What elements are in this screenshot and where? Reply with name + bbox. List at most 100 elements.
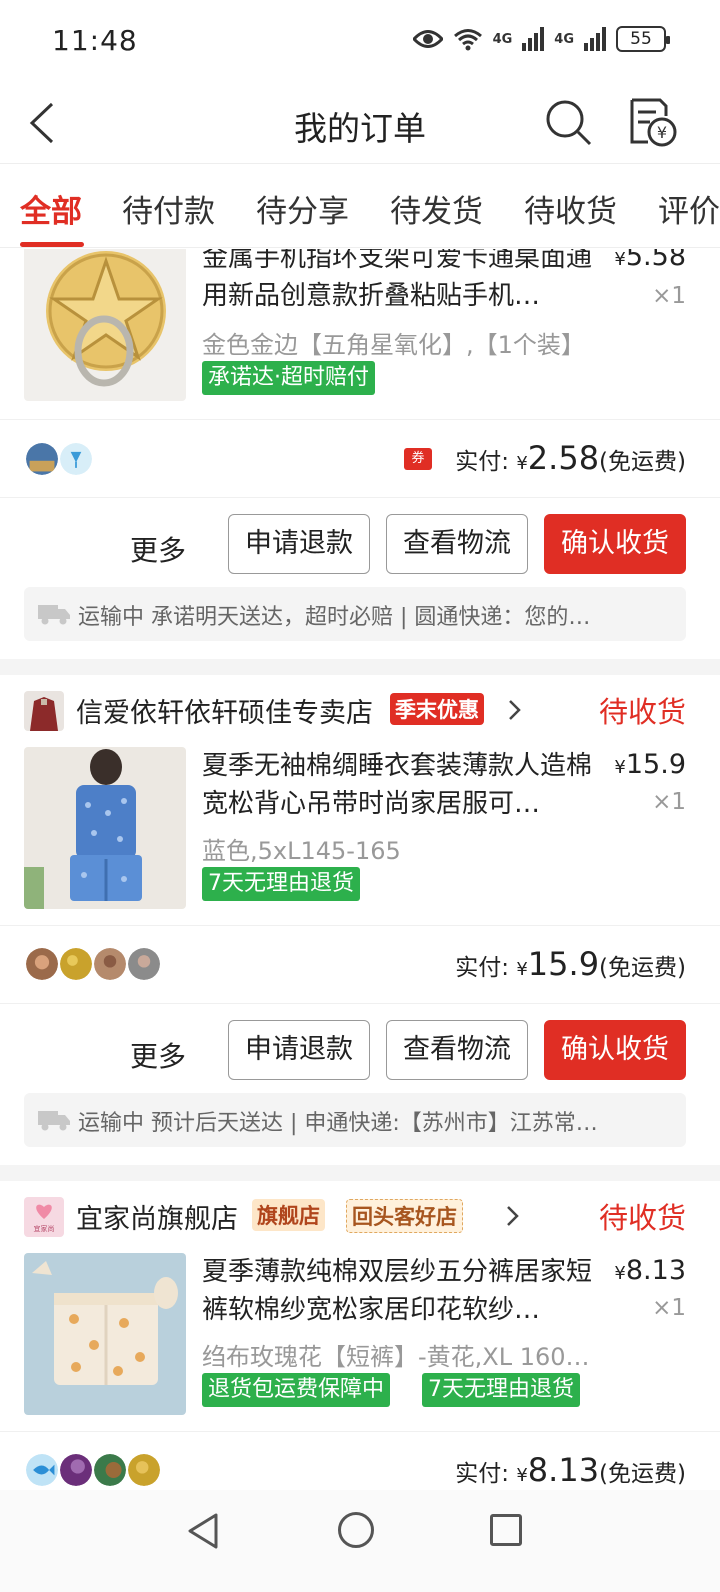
logistics-text: 运输中 预计后天送达 | 申通快递:【苏州市】江苏常… (78, 1111, 598, 1136)
service-tag: 退货包运费保障中 (202, 1373, 391, 1407)
coupon-icon: 券 (404, 448, 432, 470)
price-value: 5.58 (625, 249, 686, 272)
shop-header[interactable]: 宜家尚 宜家尚旗舰店 旗舰店 回头客好店 待收货 (0, 1181, 720, 1255)
product-image[interactable] (24, 747, 186, 909)
paid-amount: 15.9 (527, 945, 600, 983)
tab-active-indicator (20, 242, 84, 247)
more-button[interactable]: 更多 (130, 529, 186, 569)
paid-amount: 8.13 (527, 1451, 600, 1489)
order-tabs: 全部 待付款 待分享 待发货 待收货 评价 (0, 164, 720, 248)
avatar (92, 946, 128, 982)
logistics-bar[interactable]: 运输中 预计后天送达 | 申通快递:【苏州市】江苏常… (24, 1093, 686, 1147)
avatar (92, 1452, 128, 1488)
tab-all[interactable]: 全部 (20, 186, 82, 231)
product-quantity: ×1 (652, 789, 686, 815)
page-title: 我的订单 (294, 109, 426, 148)
product-price: ¥8.13 (614, 1255, 686, 1286)
refund-button[interactable]: 申请退款 (228, 514, 370, 574)
currency-symbol: ¥ (516, 453, 528, 474)
product-spec: 蓝色,5xL145-165 (202, 837, 401, 865)
avatar (58, 946, 94, 982)
chevron-right-icon[interactable] (506, 699, 522, 721)
shop-promo-tag: 季末优惠 (390, 693, 484, 725)
avatar (126, 1452, 162, 1488)
product-quantity: ×1 (652, 1295, 686, 1321)
tab-pending-shipment[interactable]: 待发货 (390, 186, 483, 231)
paid-label: 实付: (455, 955, 510, 981)
system-recents-icon[interactable] (490, 1514, 522, 1546)
product-title[interactable]: 金属手机指环支架可爱卡通桌面通用新品创意款折叠粘贴手机… (202, 249, 602, 315)
truck-icon (38, 605, 70, 625)
product-quantity: ×1 (652, 283, 686, 309)
payment-summary: 实付: ¥8.13(免运费) (455, 1451, 686, 1489)
eye-icon (412, 30, 443, 48)
divider (0, 497, 720, 498)
service-tag: 7天无理由退货 (422, 1373, 580, 1407)
buyer-avatars (24, 441, 104, 477)
system-navigation-bar (0, 1490, 720, 1592)
nav-bar: 我的订单 ¥ (0, 84, 720, 164)
tab-pending-receipt[interactable]: 待收货 (524, 186, 617, 231)
product-spec: 金色金边【五角星氧化】,【1个装】 (202, 331, 585, 359)
network-label-1: 4G (492, 31, 513, 47)
payment-summary: 实付: ¥2.58(免运费) (455, 439, 686, 477)
signal-icon (522, 27, 545, 51)
shop-logo: 宜家尚 (24, 1197, 64, 1237)
more-button[interactable]: 更多 (130, 1035, 186, 1075)
truck-icon (38, 1111, 70, 1131)
avatar (24, 946, 60, 982)
price-value: 8.13 (625, 1255, 686, 1286)
buyer-avatars (24, 1452, 164, 1488)
product-image[interactable] (24, 249, 186, 401)
order-status: 待收货 (598, 695, 686, 729)
service-tag: 承诺达·超时赔付 (202, 361, 375, 395)
refund-button[interactable]: 申请退款 (228, 1020, 370, 1080)
avatar (24, 441, 60, 477)
confirm-receipt-button[interactable]: 确认收货 (544, 1020, 686, 1080)
product-image[interactable] (24, 1253, 186, 1415)
battery-level: 55 (630, 29, 652, 49)
tab-review[interactable]: 评价 (658, 186, 720, 231)
product-title[interactable]: 夏季薄款纯棉双层纱五分裤居家短裤软棉纱宽松家居印花软纱… (202, 1253, 602, 1329)
flagship-tag: 旗舰店 (252, 1199, 325, 1231)
shipping-note: (免运费) (599, 449, 686, 475)
product-price: ¥5.58 (614, 249, 686, 272)
tab-pending-share[interactable]: 待分享 (256, 186, 349, 231)
product-price: ¥15.9 (614, 749, 686, 780)
status-icons: 4G 4G 55 (412, 26, 670, 52)
signal-icon (584, 27, 606, 51)
avatar (58, 1452, 94, 1488)
shipping-note: (免运费) (599, 1461, 686, 1487)
price-value: 15.9 (625, 749, 686, 780)
view-logistics-button[interactable]: 查看物流 (386, 514, 528, 574)
shop-logo-text: 宜家尚 (34, 1224, 55, 1233)
system-back-icon[interactable] (186, 1512, 220, 1550)
logistics-text: 运输中 承诺明天送达，超时必赔 | 圆通快递：您的… (78, 605, 591, 630)
status-time: 11:48 (52, 24, 138, 57)
divider (0, 1431, 720, 1432)
divider (0, 419, 720, 420)
logistics-bar[interactable]: 运输中 承诺明天送达，超时必赔 | 圆通快递：您的… (24, 587, 686, 641)
service-tag: 7天无理由退货 (202, 867, 360, 901)
shipping-note: (免运费) (599, 955, 686, 981)
order-list[interactable]: 金属手机指环支架可爱卡通桌面通用新品创意款折叠粘贴手机… ¥5.58 ×1 金色… (0, 249, 720, 1490)
bill-icon[interactable]: ¥ (626, 96, 678, 148)
shop-header[interactable]: 信爱依轩依轩硕佳专卖店 季末优惠 待收货 (0, 675, 720, 749)
shop-name[interactable]: 信爱依轩依轩硕佳专卖店 (76, 691, 373, 730)
search-icon[interactable] (544, 98, 594, 148)
tab-pending-payment[interactable]: 待付款 (122, 186, 215, 231)
shop-name[interactable]: 宜家尚旗舰店 (76, 1197, 238, 1236)
shop-logo (24, 691, 64, 731)
product-title[interactable]: 夏季无袖棉绸睡衣套装薄款人造棉宽松背心吊带时尚家居服可… (202, 747, 602, 823)
view-logistics-button[interactable]: 查看物流 (386, 1020, 528, 1080)
buyer-avatars (24, 946, 164, 982)
chevron-right-icon[interactable] (504, 1205, 520, 1227)
paid-amount: 2.58 (527, 439, 600, 477)
avatar (24, 1452, 60, 1488)
divider (0, 925, 720, 926)
repeat-customer-tag: 回头客好店 (346, 1199, 463, 1233)
confirm-receipt-button[interactable]: 确认收货 (544, 514, 686, 574)
battery-icon: 55 (616, 26, 670, 52)
system-home-icon[interactable] (338, 1512, 374, 1548)
status-bar: 11:48 4G 4G 55 (0, 0, 720, 84)
